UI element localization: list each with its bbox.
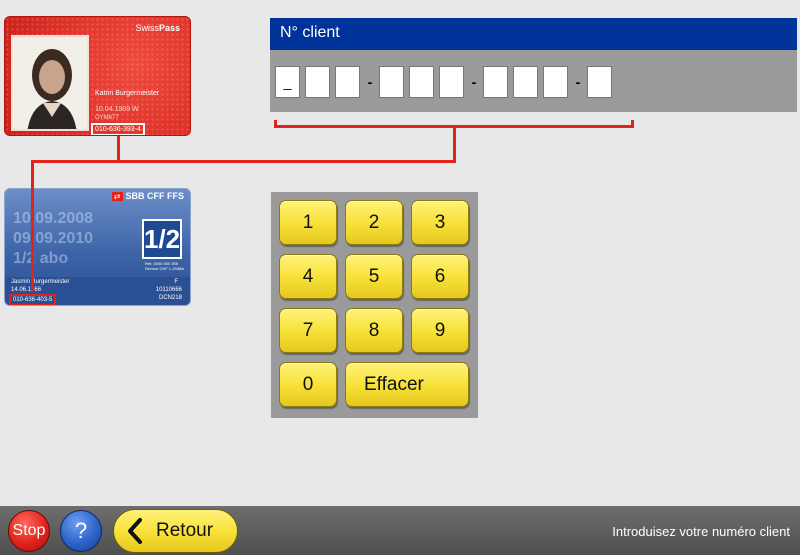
digit-box[interactable] <box>513 66 538 98</box>
key-9[interactable]: 9 <box>411 308 469 353</box>
svg-text:1/2 abo: 1/2 abo <box>13 250 68 267</box>
connector-line <box>453 126 456 163</box>
digit-box[interactable] <box>305 66 330 98</box>
bracket-line <box>631 120 634 128</box>
connector-line <box>117 136 120 160</box>
card-fine-print: Ref. 0000 000 356 Service CHF 1.15/Min <box>145 261 185 271</box>
footer-bar: Stop ? Retour Introduisez votre numéro c… <box>0 506 800 555</box>
card-code: 10110666 <box>155 287 182 293</box>
digit-box[interactable] <box>587 66 612 98</box>
customer-number-field[interactable]: _ - - - <box>270 50 797 98</box>
portrait-image <box>13 37 87 129</box>
connector-line <box>31 160 455 163</box>
holder-photo <box>11 35 89 131</box>
back-button-label: Retour <box>156 520 214 541</box>
chevron-left-icon <box>128 518 142 544</box>
customer-number-title: N° client <box>270 18 797 50</box>
swisspass-card: SwissPass Katrin Burgermeister 10.04.196… <box>4 16 191 136</box>
back-button[interactable]: Retour <box>113 509 238 553</box>
stop-button[interactable]: Stop <box>8 510 50 552</box>
half-fare-badge: 1/2 <box>142 219 182 259</box>
help-button[interactable]: ? <box>60 510 102 552</box>
swisspass-logo: SwissPass <box>135 23 180 33</box>
holder-gender: F <box>174 279 178 285</box>
key-4[interactable]: 4 <box>279 254 337 299</box>
card-code: OYM677 <box>95 115 119 121</box>
key-1[interactable]: 1 <box>279 200 337 245</box>
clear-button[interactable]: Effacer <box>345 362 469 407</box>
sbb-logo: ⇄ SBB CFF FFS <box>111 191 184 201</box>
holder-dob: 14.06.1966 <box>11 287 42 293</box>
digit-box[interactable]: _ <box>275 66 300 98</box>
key-3[interactable]: 3 <box>411 200 469 245</box>
key-6[interactable]: 6 <box>411 254 469 299</box>
key-5[interactable]: 5 <box>345 254 403 299</box>
digit-box[interactable] <box>335 66 360 98</box>
card-code: DCN218 <box>158 295 182 301</box>
digit-box[interactable] <box>483 66 508 98</box>
digit-separator: - <box>575 74 581 90</box>
holder-name: Katrin Burgermeister <box>95 90 160 97</box>
bracket-line <box>274 120 277 128</box>
key-8[interactable]: 8 <box>345 308 403 353</box>
numeric-keypad: 1 2 3 4 5 6 7 8 9 0 Effacer <box>271 192 478 418</box>
digit-separator: - <box>471 74 477 90</box>
customer-number-highlight: 010-636-393-4 <box>91 123 145 135</box>
svg-text:09.09.2010: 09.09.2010 <box>13 230 93 247</box>
key-2[interactable]: 2 <box>345 200 403 245</box>
customer-number-highlight: 010-636-403-5 <box>9 294 57 305</box>
key-0[interactable]: 0 <box>279 362 337 407</box>
holder-name: Jasmin Burgermeister <box>11 279 70 285</box>
digit-box[interactable] <box>379 66 404 98</box>
status-message: Introduisez votre numéro client <box>612 524 790 539</box>
customer-number-panel: N° client _ - - - <box>270 18 797 112</box>
holder-dob: 10.04.1969 W <box>95 106 139 113</box>
key-7[interactable]: 7 <box>279 308 337 353</box>
digit-separator: - <box>367 74 373 90</box>
svg-text:10.09.2008: 10.09.2008 <box>13 210 93 227</box>
connector-line <box>31 160 34 292</box>
digit-box[interactable] <box>439 66 464 98</box>
bracket-line <box>274 125 634 128</box>
digit-box[interactable] <box>409 66 434 98</box>
sbb-arrow-icon: ⇄ <box>111 192 123 201</box>
digit-box[interactable] <box>543 66 568 98</box>
